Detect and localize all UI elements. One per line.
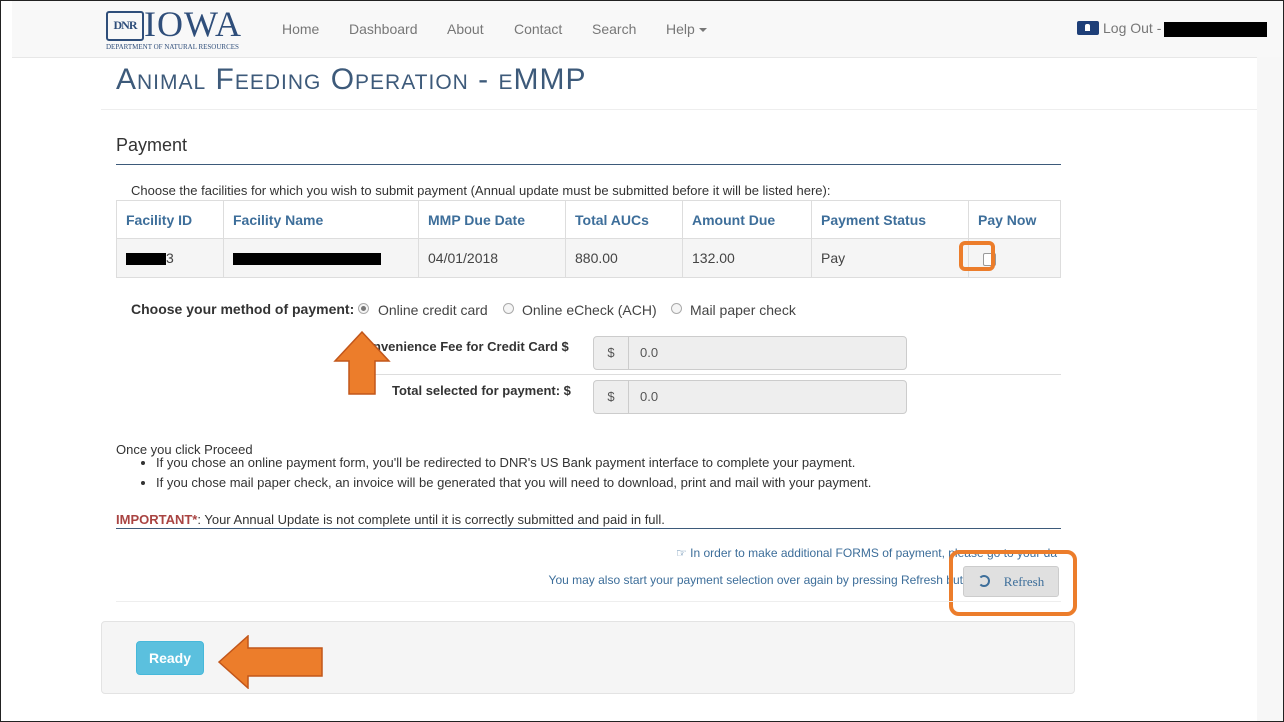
table-row: 3 04/01/2018 880.00 132.00 Pay: [116, 238, 1061, 278]
redacted-username: [1164, 22, 1267, 37]
nav-about[interactable]: About: [447, 21, 484, 37]
col-due-date: MMP Due Date: [418, 200, 566, 239]
highlight-refresh: [949, 550, 1077, 616]
chevron-down-icon: [698, 28, 707, 33]
currency-addon: $: [594, 381, 629, 413]
nav-dashboard[interactable]: Dashboard: [349, 21, 418, 37]
table-header-row: Facility ID Facility Name MMP Due Date T…: [116, 200, 1061, 239]
list-item: If you chose an online payment form, you…: [156, 453, 871, 473]
logo-subtitle: DEPARTMENT OF NATURAL RESOURCES: [106, 43, 239, 51]
col-payment-status: Payment Status: [811, 200, 969, 239]
ready-button[interactable]: Ready: [136, 641, 204, 675]
logout-link[interactable]: Log Out -: [1077, 20, 1161, 36]
iowa-map-icon: [1077, 21, 1099, 35]
divider: [373, 374, 1061, 375]
page-right-gutter: [1257, 57, 1283, 721]
radio-echeck-label[interactable]: Online eCheck (ACH): [522, 302, 657, 318]
radio-credit-card-label[interactable]: Online credit card: [378, 302, 488, 318]
facilities-table: Facility ID Facility Name MMP Due Date T…: [116, 200, 1061, 278]
section-title: Payment: [116, 135, 188, 155]
redacted-facility-id: [126, 253, 166, 266]
logo-wordmark: IOWA: [144, 4, 242, 44]
list-item: If you chose mail paper check, an invoic…: [156, 473, 871, 493]
total-selected-field: $ 0.0: [593, 380, 907, 414]
radio-echeck[interactable]: [503, 303, 514, 314]
facility-id-cell: 3: [116, 238, 224, 278]
nav-help-label: Help: [666, 21, 695, 37]
browser-frame: DNR IOWA DEPARTMENT OF NATURAL RESOURCES…: [0, 0, 1284, 722]
facility-id-suffix: 3: [166, 250, 174, 266]
facility-instructions: Choose the facilities for which you wish…: [131, 183, 831, 198]
page-title: Animal Feeding Operation - eMMP: [116, 63, 587, 96]
highlight-pay-now: [959, 241, 995, 271]
col-pay-now: Pay Now: [968, 200, 1061, 239]
important-note: IMPORTANT*: Your Annual Update is not co…: [116, 512, 665, 527]
facility-name-cell: [223, 238, 419, 278]
payment-method-label: Choose your method of payment:: [131, 301, 355, 317]
divider: [116, 601, 1061, 602]
proceed-bullets: If you chose an online payment form, you…: [136, 453, 871, 493]
due-date-cell: 04/01/2018: [418, 238, 566, 278]
col-total-aucs: Total AUCs: [565, 200, 683, 239]
convenience-fee-field: $ 0.0: [593, 336, 907, 370]
annotation-arrow-up: [333, 331, 391, 395]
logout-label: Log Out -: [1103, 20, 1162, 36]
nav-contact[interactable]: Contact: [514, 21, 562, 37]
nav-help[interactable]: Help: [666, 21, 707, 37]
currency-addon: $: [594, 337, 629, 369]
total-aucs-cell: 880.00: [565, 238, 683, 278]
nav-home[interactable]: Home: [282, 21, 319, 37]
radio-mail-check[interactable]: [671, 303, 682, 314]
convenience-fee-value: 0.0: [640, 345, 659, 360]
refresh-info: You may also start your payment selectio…: [548, 573, 973, 587]
divider: [101, 109, 1257, 110]
col-amount-due: Amount Due: [682, 200, 812, 239]
important-label: IMPORTANT*: [116, 512, 198, 527]
radio-credit-card[interactable]: [358, 303, 369, 314]
nav-search[interactable]: Search: [592, 21, 636, 37]
amount-due-cell: 132.00: [682, 238, 812, 278]
annotation-arrow-left: [218, 635, 323, 689]
col-facility-id: Facility ID: [116, 200, 224, 239]
redacted-facility-name: [233, 253, 381, 266]
iowa-dnr-logo[interactable]: DNR IOWA DEPARTMENT OF NATURAL RESOURCES: [106, 4, 266, 53]
important-text: : Your Annual Update is not complete unt…: [197, 512, 665, 527]
radio-mail-check-label[interactable]: Mail paper check: [690, 302, 796, 318]
total-selected-label: Total selected for payment: $: [392, 383, 571, 398]
total-selected-value: 0.0: [640, 389, 659, 404]
divider: [116, 164, 1061, 165]
convenience-fee-label: nvenience Fee for Credit Card $: [373, 339, 569, 354]
col-facility-name: Facility Name: [223, 200, 419, 239]
divider: [116, 528, 1061, 529]
payment-status-cell: Pay: [811, 238, 969, 278]
dnr-logo-mark: DNR: [106, 11, 144, 41]
